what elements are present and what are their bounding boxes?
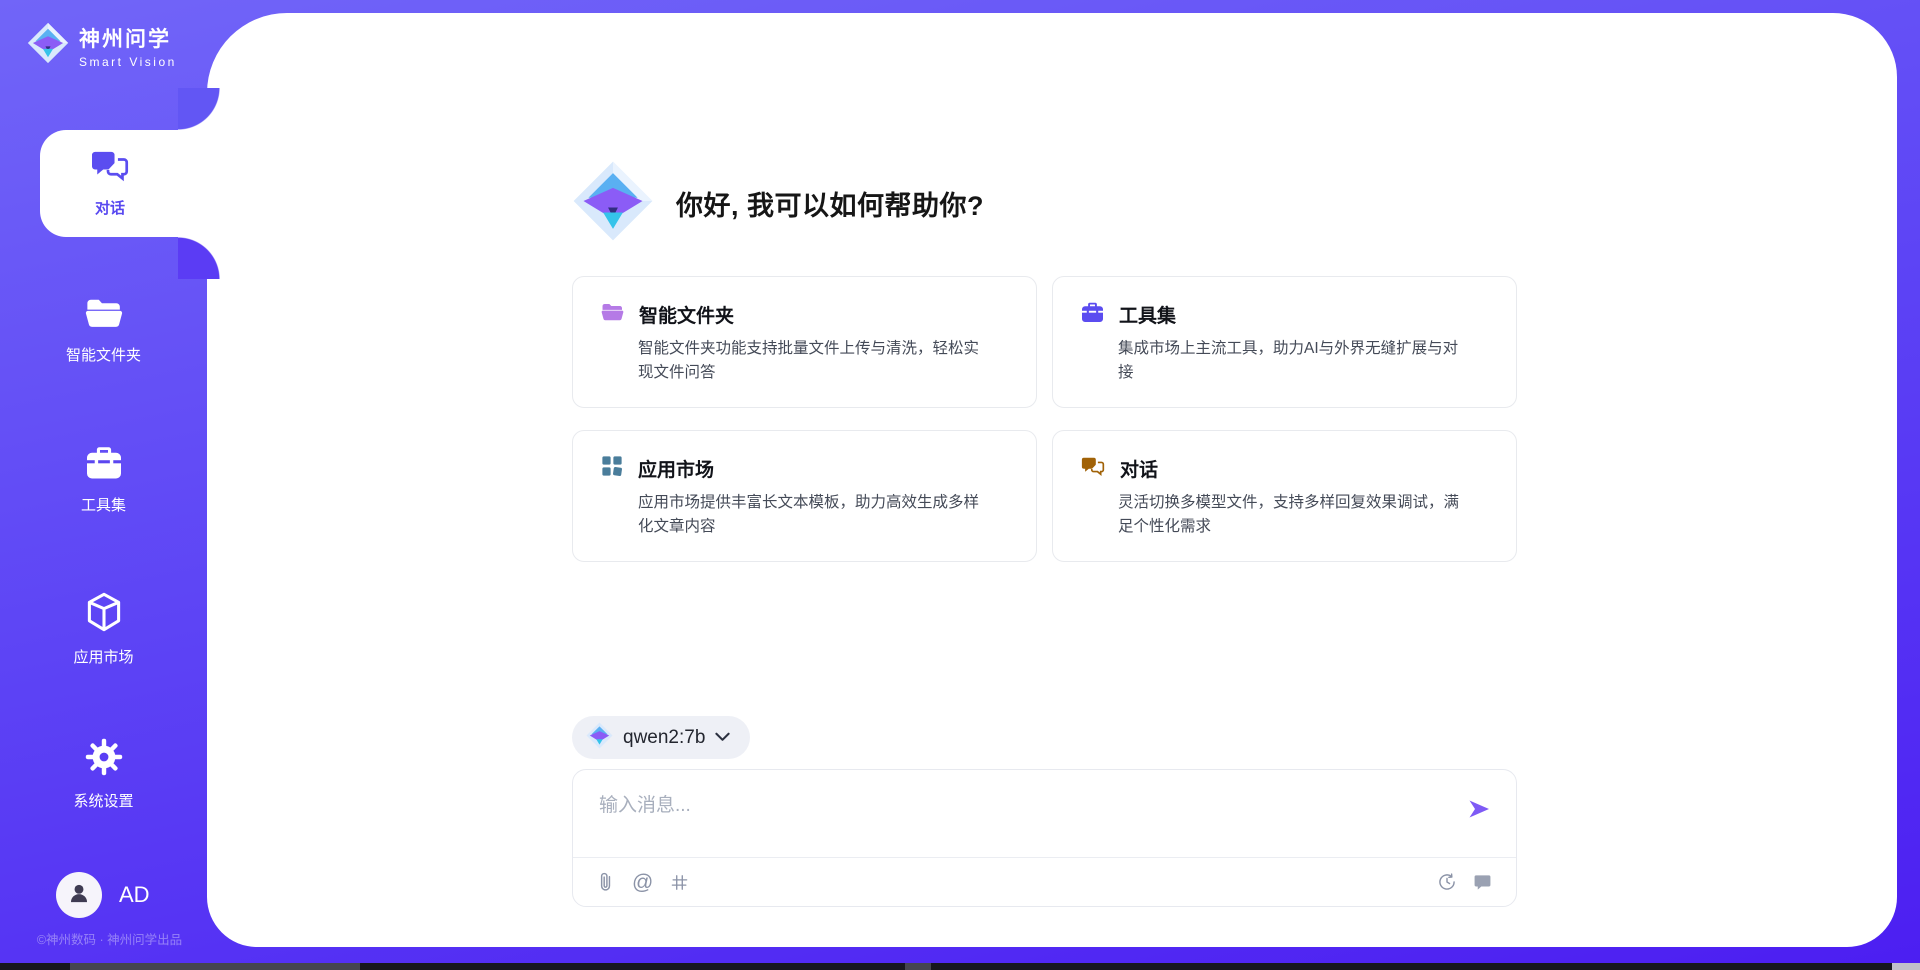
tab-fillet-bottom: [178, 237, 220, 279]
card-title: 对话: [1120, 455, 1158, 482]
toolbox-icon: [1081, 302, 1104, 328]
app-subtitle: Smart Vision: [79, 55, 177, 69]
card-description: 应用市场提供丰富长文本模板，助力高效生成多样化文章内容: [638, 491, 993, 539]
card-app-market[interactable]: 应用市场 应用市场提供丰富长文本模板，助力高效生成多样化文章内容: [572, 430, 1037, 562]
mention-icon[interactable]: @: [632, 872, 653, 893]
person-icon: [66, 880, 92, 911]
card-description: 智能文件夹功能支持批量文件上传与清洗，轻松实现文件问答: [638, 337, 993, 385]
sidebar-item-toolset[interactable]: 工具集: [0, 446, 207, 515]
sidebar-item-smart-folder[interactable]: 智能文件夹: [0, 298, 207, 365]
message-composer: @: [572, 769, 1517, 907]
sidebar-item-label: 工具集: [81, 494, 126, 515]
folder-icon: [85, 298, 123, 335]
card-toolset[interactable]: 工具集 集成市场上主流工具，助力AI与外界无缝扩展与对接: [1052, 276, 1517, 408]
app-title: 神州问学: [79, 23, 177, 53]
card-title: 工具集: [1119, 301, 1176, 328]
topic-icon[interactable]: [670, 873, 689, 892]
sidebar-item-chat[interactable]: 对话: [40, 130, 220, 237]
greeting-text: 你好, 我可以如何帮助你?: [676, 184, 984, 223]
gear-icon: [85, 738, 123, 781]
user-name: AD: [119, 882, 150, 908]
brand-diamond-icon: [586, 722, 613, 754]
taskbar-segment: [70, 963, 360, 970]
card-description: 灵活切换多模型文件，支持多样回复效果调试，满足个性化需求: [1118, 491, 1473, 539]
copyright-text: ©神州数码 · 神州问学出品: [12, 929, 207, 948]
history-icon[interactable]: [1437, 872, 1457, 892]
avatar: [56, 872, 102, 918]
card-description: 集成市场上主流工具，助力AI与外界无缝扩展与对接: [1118, 337, 1473, 385]
app-logo: 神州问学 Smart Vision: [27, 22, 177, 69]
feature-cards: 智能文件夹 智能文件夹功能支持批量文件上传与清洗，轻松实现文件问答 工具集 集成…: [572, 276, 1517, 562]
composer-toolbar: @: [573, 858, 1516, 906]
card-title: 应用市场: [638, 455, 714, 482]
cube-icon: [85, 592, 123, 637]
folder-icon: [601, 303, 624, 327]
system-taskbar-edge: [0, 963, 1920, 970]
sidebar-item-label: 系统设置: [73, 790, 133, 811]
sidebar-item-label: 对话: [95, 197, 125, 218]
sidebar-item-settings[interactable]: 系统设置: [0, 738, 207, 811]
card-chat[interactable]: 对话 灵活切换多模型文件，支持多样回复效果调试，满足个性化需求: [1052, 430, 1517, 562]
sidebar-item-app-market[interactable]: 应用市场: [0, 592, 207, 667]
attachment-icon[interactable]: [597, 872, 615, 892]
conversation-icon[interactable]: [1473, 873, 1492, 892]
model-selector[interactable]: qwen2:7b: [572, 716, 750, 759]
taskbar-segment: [905, 963, 931, 970]
user-account[interactable]: AD: [56, 872, 150, 918]
greeting-row: 你好, 我可以如何帮助你?: [572, 160, 984, 247]
chevron-down-icon: [715, 729, 730, 747]
card-smart-folder[interactable]: 智能文件夹 智能文件夹功能支持批量文件上传与清洗，轻松实现文件问答: [572, 276, 1037, 408]
sidebar-item-label: 智能文件夹: [66, 344, 141, 365]
chat-icon: [91, 149, 129, 188]
card-title: 智能文件夹: [639, 301, 734, 328]
app-window: 神州问学 Smart Vision 对话 智能文件夹: [0, 0, 1920, 970]
message-input[interactable]: [599, 790, 1446, 850]
sidebar-item-label: 应用市场: [73, 646, 133, 667]
tab-fillet-top: [178, 88, 220, 130]
model-name: qwen2:7b: [623, 727, 705, 749]
grid-icon: [601, 455, 623, 482]
brand-diamond-icon: [27, 22, 69, 69]
chat-icon: [1081, 456, 1105, 482]
brand-diamond-icon: [572, 160, 654, 247]
taskbar-segment: [1892, 963, 1920, 970]
send-icon[interactable]: [1466, 796, 1492, 822]
toolbox-icon: [85, 446, 123, 485]
